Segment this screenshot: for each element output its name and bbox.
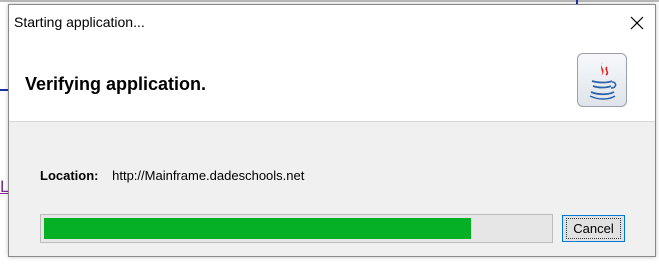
background-accent	[0, 89, 8, 91]
background-link-fragment[interactable]: L	[0, 177, 8, 197]
cancel-button-label: Cancel	[566, 218, 621, 239]
progress-bar-fill	[44, 218, 471, 239]
title-bar[interactable]: Starting application...	[9, 5, 655, 43]
cancel-button[interactable]: Cancel	[562, 215, 625, 242]
close-icon	[630, 16, 644, 30]
java-logo-icon	[577, 53, 627, 107]
location-row: Location: http://Mainframe.dadeschools.n…	[40, 168, 304, 183]
starting-application-dialog: Starting application... Verifying applic…	[8, 4, 656, 257]
dialog-header: Verifying application.	[9, 43, 655, 122]
location-url: http://Mainframe.dadeschools.net	[112, 168, 305, 183]
status-heading: Verifying application.	[25, 74, 207, 94]
progress-bar	[40, 214, 553, 243]
location-label: Location:	[40, 168, 99, 183]
background-window-edge	[0, 0, 659, 2]
window-title: Starting application...	[14, 14, 145, 30]
close-button[interactable]	[625, 11, 649, 35]
